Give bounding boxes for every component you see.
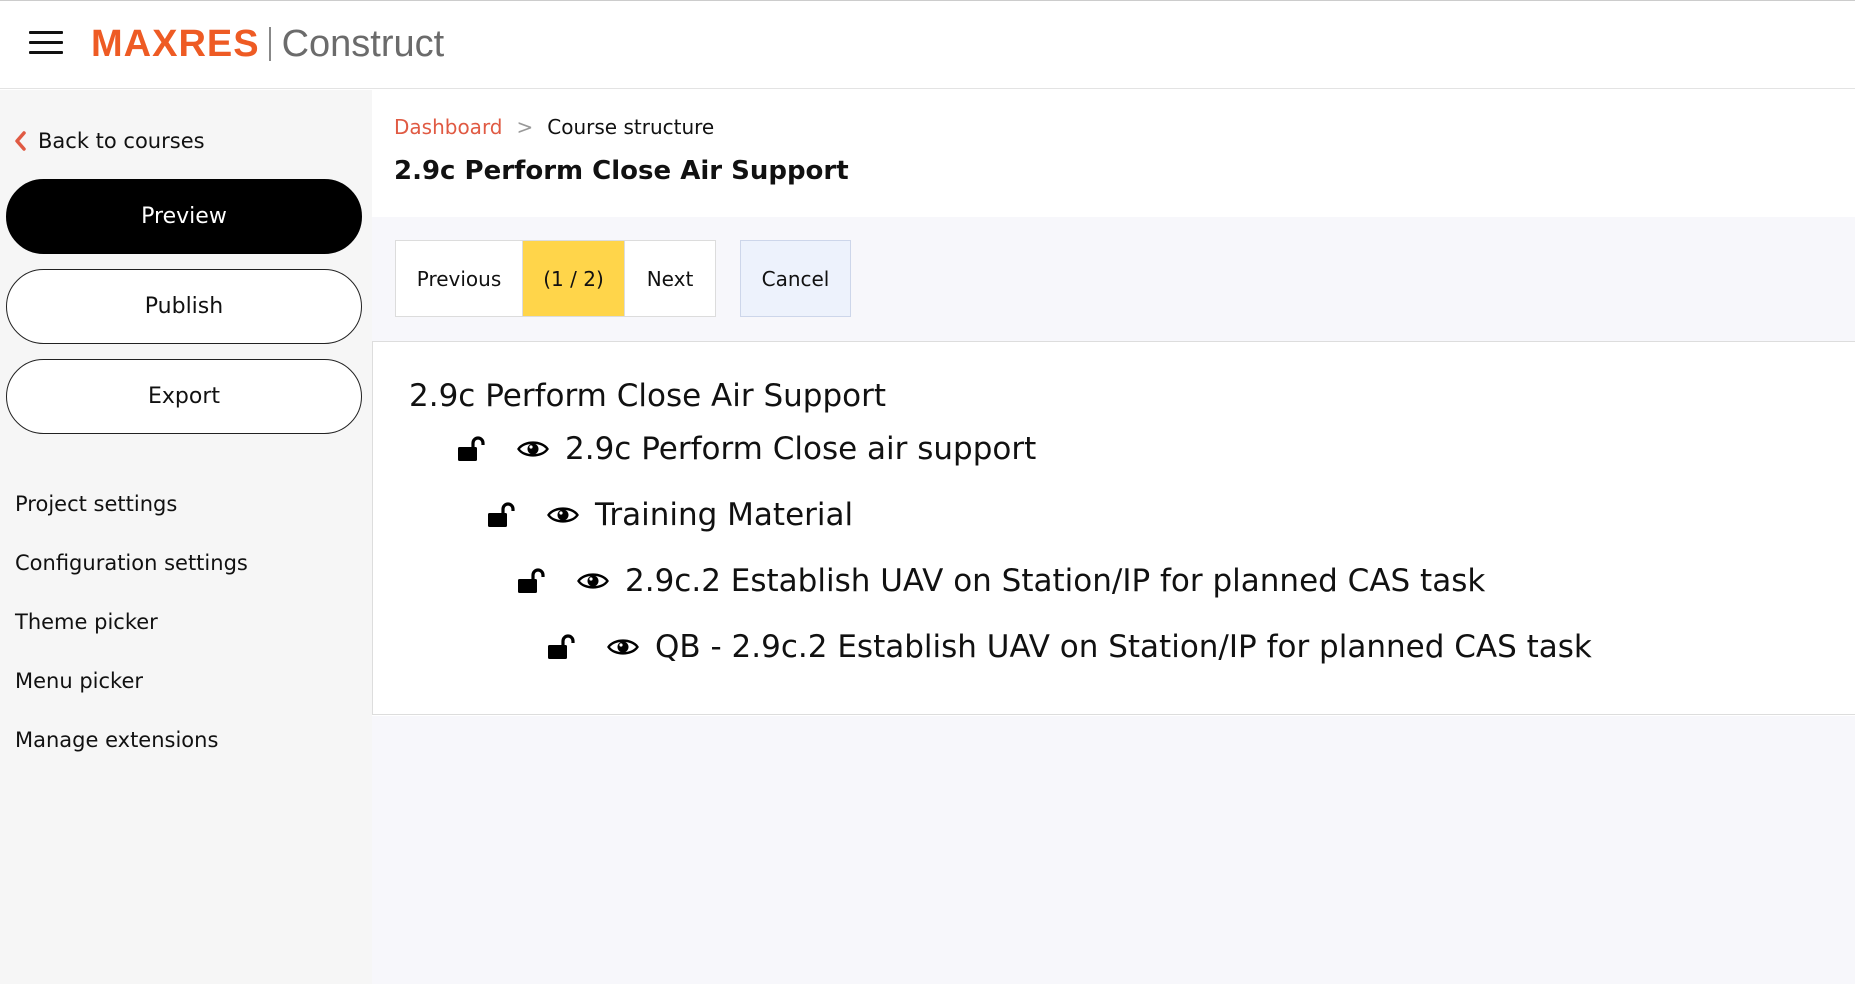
unlocked-icon[interactable] — [487, 501, 515, 529]
main-header: Dashboard > Course structure 2.9c Perfor… — [372, 90, 1855, 217]
brand-logo[interactable]: MAXRES Construct — [91, 21, 444, 67]
unlocked-icon[interactable] — [457, 435, 485, 463]
tree-node-label[interactable]: Training Material — [595, 497, 853, 533]
preview-button[interactable]: Preview — [6, 179, 362, 254]
breadcrumb: Dashboard > Course structure — [394, 112, 714, 142]
back-to-courses-label: Back to courses — [38, 129, 205, 153]
cancel-button[interactable]: Cancel — [740, 240, 851, 317]
eye-icon[interactable] — [607, 637, 639, 657]
breadcrumb-separator: > — [516, 115, 534, 139]
next-button[interactable]: Next — [625, 241, 715, 316]
sidebar-item-theme-picker[interactable]: Theme picker — [15, 592, 248, 651]
brand-name: MAXRES — [91, 22, 260, 65]
hamburger-menu-icon[interactable] — [29, 30, 63, 56]
sidebar-item-project-settings[interactable]: Project settings — [15, 474, 248, 533]
sidebar-item-configuration-settings[interactable]: Configuration settings — [15, 533, 248, 592]
page-counter: (1 / 2) — [523, 241, 625, 316]
tree-node-label[interactable]: QB - 2.9c.2 Establish UAV on Station/IP … — [655, 629, 1592, 665]
export-button[interactable]: Export — [6, 359, 362, 434]
eye-icon[interactable] — [517, 439, 549, 459]
empty-content-area — [372, 716, 1855, 984]
tree-node-level-4: QB - 2.9c.2 Establish UAV on Station/IP … — [547, 625, 1592, 669]
page-title: 2.9c Perform Close Air Support — [394, 156, 849, 186]
chevron-left-icon — [15, 131, 26, 151]
publish-button[interactable]: Publish — [6, 269, 362, 344]
sidebar-item-manage-extensions[interactable]: Manage extensions — [15, 710, 248, 769]
tree-node-label[interactable]: 2.9c Perform Close air support — [565, 431, 1036, 467]
unlocked-icon[interactable] — [517, 567, 545, 595]
tree-node-level-1: 2.9c Perform Close air support — [457, 427, 1036, 471]
sidebar: Back to courses Preview Publish Export P… — [0, 90, 372, 984]
tree-node-label[interactable]: 2.9c.2 Establish UAV on Station/IP for p… — [625, 563, 1485, 599]
eye-icon[interactable] — [547, 505, 579, 525]
eye-icon[interactable] — [577, 571, 609, 591]
previous-button[interactable]: Previous — [396, 241, 523, 316]
breadcrumb-current: Course structure — [547, 115, 715, 139]
tree-root-title: 2.9c Perform Close Air Support — [409, 378, 887, 414]
brand-product: Construct — [281, 22, 445, 65]
unlocked-icon[interactable] — [547, 633, 575, 661]
toolbar: Previous (1 / 2) Next Cancel — [372, 217, 1855, 342]
tree-node-level-2: Training Material — [487, 493, 853, 537]
brand-divider — [268, 27, 271, 61]
breadcrumb-dashboard-link[interactable]: Dashboard — [394, 115, 503, 139]
sidebar-item-menu-picker[interactable]: Menu picker — [15, 651, 248, 710]
sidebar-menu: Project settings Configuration settings … — [15, 474, 248, 769]
top-bar: MAXRES Construct — [0, 0, 1855, 89]
tree-node-level-3: 2.9c.2 Establish UAV on Station/IP for p… — [517, 559, 1485, 603]
pager-group: Previous (1 / 2) Next — [395, 240, 716, 317]
back-to-courses-link[interactable]: Back to courses — [14, 126, 205, 156]
course-structure-tree: 2.9c Perform Close Air Support 2.9c Perf… — [372, 342, 1855, 715]
